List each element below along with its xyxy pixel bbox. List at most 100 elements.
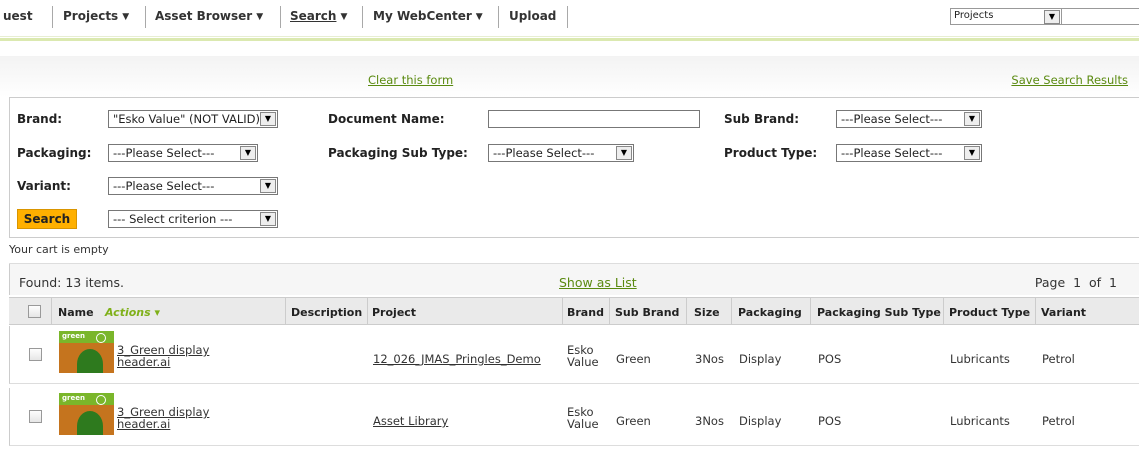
document-name-input[interactable] bbox=[488, 110, 700, 128]
column-header-name[interactable]: Name bbox=[58, 306, 94, 319]
nav-item-search[interactable]: Search ▼ bbox=[290, 9, 347, 23]
actions-menu[interactable]: Actions ▾ bbox=[105, 306, 160, 319]
cell-sub-brand: Green bbox=[616, 352, 651, 366]
cell-product-type: Lubricants bbox=[950, 414, 1010, 428]
dropdown-arrow-icon: ▼ bbox=[122, 12, 130, 22]
clear-form-link[interactable]: Clear this form bbox=[368, 73, 453, 87]
asset-name-link[interactable]: 3_Green display header.ai bbox=[117, 344, 209, 368]
show-as-list-link[interactable]: Show as List bbox=[559, 275, 637, 290]
cell-packaging-sub-type: POS bbox=[818, 352, 842, 366]
document-name-label: Document Name: bbox=[328, 112, 445, 126]
column-divider bbox=[285, 298, 286, 325]
packaging-label: Packaging: bbox=[17, 146, 92, 160]
quick-search-input[interactable] bbox=[1062, 8, 1139, 25]
column-divider bbox=[562, 298, 563, 325]
page-total: 1 bbox=[1109, 275, 1117, 290]
table-row: green 3_Green display header.ai 12_026_JM… bbox=[9, 326, 1139, 384]
asset-thumbnail[interactable]: green bbox=[59, 331, 114, 373]
top-navigation: uest Projects ▼ Asset Browser ▼ Search ▼ My… bbox=[0, 0, 1139, 37]
nav-underline bbox=[0, 38, 1139, 41]
asset-name-link[interactable]: 3_Green display header.ai bbox=[117, 406, 209, 430]
column-divider bbox=[367, 298, 368, 325]
search-button[interactable]: Search bbox=[17, 209, 77, 229]
nav-separator bbox=[280, 6, 281, 28]
page-label: Page bbox=[1034, 275, 1066, 290]
cell-product-type: Lubricants bbox=[950, 352, 1010, 366]
table-row: green 3_Green display header.ai Asset Lib… bbox=[9, 388, 1139, 446]
cell-variant: Petrol bbox=[1042, 352, 1075, 366]
nav-item-projects[interactable]: Projects ▼ bbox=[63, 9, 129, 23]
thumbnail-logo-text: green bbox=[62, 394, 85, 402]
page-current: 1 bbox=[1073, 275, 1082, 290]
cell-size: 3Nos bbox=[695, 352, 724, 366]
results-table-header: Name Actions ▾ Description Project Brand… bbox=[9, 297, 1139, 325]
search-scope-value: Projects bbox=[954, 10, 994, 21]
project-link[interactable]: 12_026_JMAS_Pringles_Demo bbox=[373, 352, 541, 366]
column-header-packaging-sub-type[interactable]: Packaging Sub Type bbox=[817, 306, 941, 319]
nav-separator bbox=[498, 6, 499, 28]
cart-status: Your cart is empty bbox=[9, 243, 109, 256]
chevron-down-icon: ▼ bbox=[964, 146, 980, 160]
save-search-results-link[interactable]: Save Search Results bbox=[1011, 73, 1128, 87]
product-type-select-value: ---Please Select--- bbox=[841, 146, 943, 160]
project-link[interactable]: Asset Library bbox=[373, 414, 448, 428]
asset-thumbnail[interactable]: green bbox=[59, 393, 114, 435]
variant-label: Variant: bbox=[17, 179, 71, 193]
cell-variant: Petrol bbox=[1042, 414, 1075, 428]
sub-brand-label: Sub Brand: bbox=[724, 112, 800, 126]
cell-size: 3Nos bbox=[695, 414, 724, 428]
chevron-down-icon: ▼ bbox=[616, 146, 632, 160]
search-scope-select[interactable]: Projects ▼ bbox=[950, 8, 1062, 25]
leaf-graphic bbox=[77, 411, 103, 435]
cell-packaging: Display bbox=[739, 352, 782, 366]
results-summary-bar: Found: 13 items. Show as List Page 1 of … bbox=[9, 264, 1139, 295]
packaging-select-value: ---Please Select--- bbox=[113, 146, 215, 160]
chevron-down-icon[interactable]: ▼ bbox=[1044, 10, 1060, 24]
cell-brand: Esko Value bbox=[567, 405, 599, 431]
chevron-down-icon: ▼ bbox=[240, 146, 256, 160]
nav-separator bbox=[362, 6, 363, 28]
packaging-sub-type-select-value: ---Please Select--- bbox=[493, 146, 595, 160]
variant-select[interactable]: ---Please Select--- ▼ bbox=[108, 177, 278, 195]
column-header-packaging[interactable]: Packaging bbox=[738, 306, 802, 319]
dropdown-arrow-icon: ▼ bbox=[475, 12, 483, 22]
nav-item-asset-browser[interactable]: Asset Browser ▼ bbox=[155, 9, 263, 23]
search-toolbar: Clear this form Save Search Results bbox=[0, 56, 1139, 97]
nav-separator bbox=[567, 6, 568, 28]
sub-brand-select[interactable]: ---Please Select--- ▼ bbox=[836, 110, 982, 128]
column-header-project[interactable]: Project bbox=[372, 306, 416, 319]
pagination-info: Page 1 of 1 bbox=[1035, 275, 1117, 290]
column-divider bbox=[943, 298, 944, 325]
column-header-sub-brand[interactable]: Sub Brand bbox=[615, 306, 679, 319]
column-divider bbox=[686, 298, 687, 325]
column-divider bbox=[731, 298, 732, 325]
brand-select[interactable]: "Esko Value" (NOT VALID) ▼ bbox=[108, 110, 278, 128]
column-header-product-type[interactable]: Product Type bbox=[949, 306, 1030, 319]
nav-separator bbox=[145, 6, 146, 28]
column-header-brand[interactable]: Brand bbox=[567, 306, 604, 319]
nav-item-upload[interactable]: Upload bbox=[509, 9, 556, 23]
chevron-down-icon: ▼ bbox=[260, 179, 276, 193]
page-of-label: of bbox=[1089, 275, 1102, 290]
dropdown-arrow-icon: ▼ bbox=[340, 12, 348, 22]
packaging-sub-type-select[interactable]: ---Please Select--- ▼ bbox=[488, 144, 634, 162]
nav-item-my-webcenter[interactable]: My WebCenter ▼ bbox=[373, 9, 483, 23]
column-divider bbox=[609, 298, 610, 325]
lightbulb-icon bbox=[96, 395, 106, 405]
product-type-select[interactable]: ---Please Select--- ▼ bbox=[836, 144, 982, 162]
thumbnail-logo-text: green bbox=[62, 332, 85, 340]
row-checkbox[interactable] bbox=[29, 410, 42, 423]
brand-select-value: "Esko Value" (NOT VALID) bbox=[113, 112, 260, 126]
column-header-size[interactable]: Size bbox=[694, 306, 720, 319]
column-divider bbox=[810, 298, 811, 325]
row-checkbox[interactable] bbox=[29, 348, 42, 361]
column-header-description[interactable]: Description bbox=[291, 306, 362, 319]
column-header-variant[interactable]: Variant bbox=[1041, 306, 1086, 319]
chevron-down-icon: ▼ bbox=[964, 112, 980, 126]
cell-sub-brand: Green bbox=[616, 414, 651, 428]
select-all-checkbox[interactable] bbox=[28, 305, 41, 318]
packaging-select[interactable]: ---Please Select--- ▼ bbox=[108, 144, 258, 162]
criterion-select[interactable]: --- Select criterion --- ▼ bbox=[108, 210, 278, 228]
lightbulb-icon bbox=[96, 333, 106, 343]
nav-item-request[interactable]: uest bbox=[3, 9, 33, 23]
